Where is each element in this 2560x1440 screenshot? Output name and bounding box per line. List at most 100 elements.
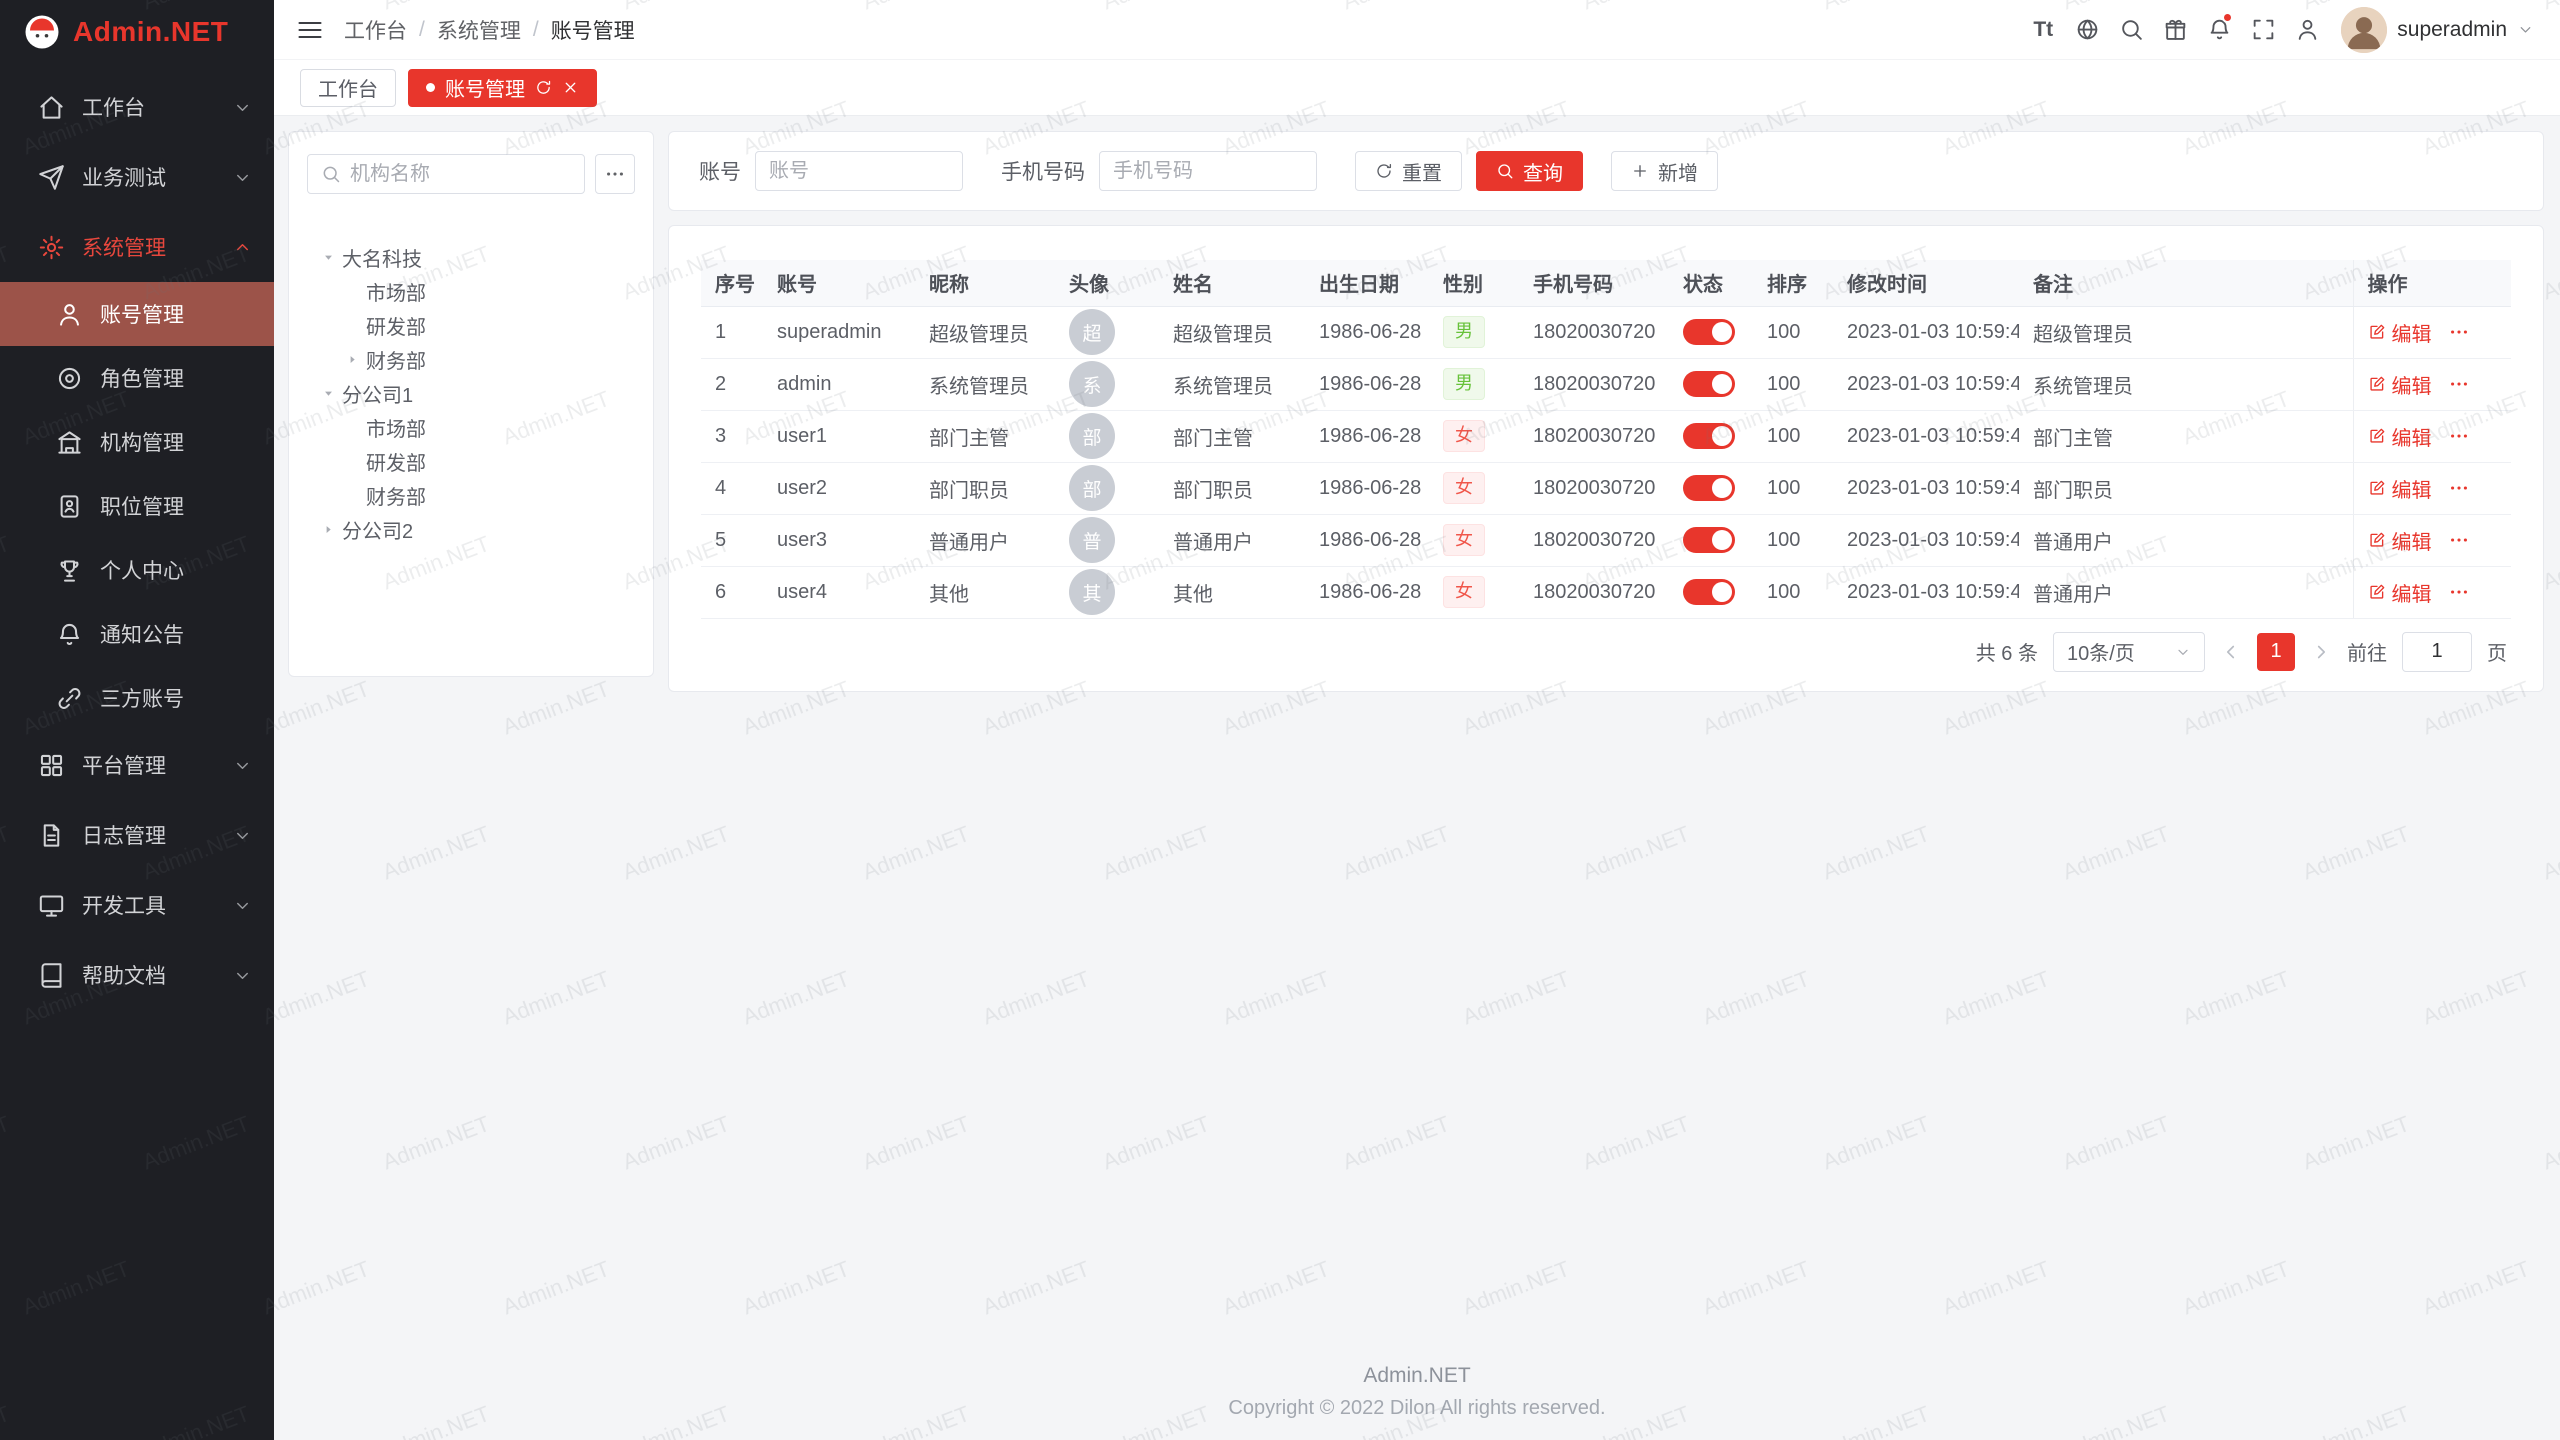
sidebar-item-third-party-account[interactable]: 三方账号 (0, 666, 274, 730)
app-logo[interactable]: Admin.NET (0, 0, 274, 64)
breadcrumb-item[interactable]: 工作台 (344, 15, 407, 45)
edit-button[interactable]: 编辑 (2368, 474, 2432, 503)
row-avatar: 其 (1069, 569, 1115, 615)
notification-icon[interactable] (2197, 11, 2241, 49)
row-avatar: 系 (1069, 361, 1115, 407)
tree-node[interactable]: 市场部 (307, 410, 635, 444)
table-card: 序号账号昵称头像姓名出生日期性别手机号码状态排序修改时间备注操作 1supera… (668, 225, 2544, 692)
row-more-button[interactable] (2448, 477, 2470, 499)
reset-button[interactable]: 重置 (1355, 151, 1462, 191)
tab-close-icon[interactable] (562, 79, 579, 96)
tab-account-management[interactable]: 账号管理 (408, 69, 597, 107)
sidebar-item-log-management[interactable]: 日志管理 (0, 800, 274, 870)
status-toggle[interactable] (1683, 475, 1735, 501)
prev-page-button[interactable] (2220, 641, 2242, 663)
font-size-icon[interactable]: Tt (2021, 11, 2065, 49)
tree-node[interactable]: 研发部 (307, 444, 635, 478)
sidebar-item-business-test[interactable]: 业务测试 (0, 142, 274, 212)
page-size-select[interactable]: 10条/页 (2053, 632, 2205, 672)
breadcrumb-separator: / (419, 18, 425, 42)
cell-name: 其他 (1173, 584, 1213, 606)
edit-button-label: 编辑 (2392, 422, 2432, 451)
row-more-button[interactable] (2448, 425, 2470, 447)
search-icon (1496, 162, 1514, 180)
status-toggle[interactable] (1683, 319, 1735, 345)
username: superadmin (2397, 18, 2507, 42)
breadcrumb-item[interactable]: 账号管理 (551, 15, 635, 45)
tree-node[interactable]: 大名科技 (307, 240, 635, 274)
edit-button[interactable]: 编辑 (2368, 578, 2432, 607)
total-count: 共 6 条 (1976, 637, 2038, 666)
gender-badge: 男 (1443, 316, 1485, 348)
sidebar-item-system-management[interactable]: 系统管理 (0, 212, 274, 282)
edit-button[interactable]: 编辑 (2368, 422, 2432, 451)
tree-expander-icon[interactable] (321, 386, 336, 401)
tree-expander-icon[interactable] (321, 522, 336, 537)
theme-icon[interactable] (2153, 11, 2197, 49)
status-toggle[interactable] (1683, 579, 1735, 605)
cell-name: 系统管理员 (1173, 376, 1273, 398)
chevron-down-icon (233, 756, 252, 775)
org-search-input[interactable] (350, 163, 571, 186)
sidebar-item-org-management[interactable]: 机构管理 (0, 410, 274, 474)
row-more-button[interactable] (2448, 321, 2470, 343)
tree-node[interactable]: 财务部 (307, 478, 635, 512)
sidebar-item-role-management[interactable]: 角色管理 (0, 346, 274, 410)
sidebar-item-platform-management[interactable]: 平台管理 (0, 730, 274, 800)
sidebar-item-label: 三方账号 (100, 683, 252, 713)
tree-node[interactable]: 研发部 (307, 308, 635, 342)
cell-no: 5 (715, 529, 726, 551)
profile-icon[interactable] (2285, 11, 2329, 49)
edit-button[interactable]: 编辑 (2368, 318, 2432, 347)
next-page-button[interactable] (2310, 641, 2332, 663)
status-toggle[interactable] (1683, 527, 1735, 553)
menu-collapse-icon[interactable] (296, 16, 324, 44)
gender-badge: 女 (1443, 420, 1485, 452)
tree-node[interactable]: 市场部 (307, 274, 635, 308)
breadcrumb-item[interactable]: 系统管理 (437, 15, 521, 45)
page-footer: Admin.NET Copyright © 2022 Dilon All rig… (274, 1344, 2560, 1440)
tree-expander-icon[interactable] (345, 352, 360, 367)
cell-name: 普通用户 (1173, 532, 1253, 554)
sidebar-item-label: 帮助文档 (82, 960, 233, 990)
sidebar-item-dev-tools[interactable]: 开发工具 (0, 870, 274, 940)
phone-input[interactable] (1113, 160, 1303, 183)
tree-node[interactable]: 分公司2 (307, 512, 635, 546)
tab-refresh-icon[interactable] (535, 79, 552, 96)
query-button-label: 查询 (1523, 157, 1563, 186)
tree-node[interactable]: 财务部 (307, 342, 635, 376)
edit-button[interactable]: 编辑 (2368, 526, 2432, 555)
cell-order: 100 (1767, 477, 1800, 499)
row-more-button[interactable] (2448, 529, 2470, 551)
account-input[interactable] (769, 160, 949, 183)
current-page-button[interactable]: 1 (2257, 633, 2295, 671)
row-more-button[interactable] (2448, 373, 2470, 395)
top-header: 工作台/系统管理/账号管理 Tt superadmin (274, 0, 2560, 60)
cell-modified: 2023-01-03 10:59:44 (1847, 321, 2019, 343)
language-icon[interactable] (2065, 11, 2109, 49)
sidebar-item-help-docs[interactable]: 帮助文档 (0, 940, 274, 1010)
status-toggle[interactable] (1683, 371, 1735, 397)
row-more-button[interactable] (2448, 581, 2470, 603)
column-header-no: 序号 (701, 260, 763, 306)
fullscreen-icon[interactable] (2241, 11, 2285, 49)
table-row: 4user2部门职员部部门职员1986-06-28女18020030720100… (701, 462, 2511, 514)
sidebar-item-account-management[interactable]: 账号管理 (0, 282, 274, 346)
user-menu[interactable]: superadmin (2341, 7, 2534, 53)
add-button[interactable]: 新增 (1611, 151, 1718, 191)
user-avatar-image (2341, 7, 2387, 53)
tab-workbench[interactable]: 工作台 (300, 69, 396, 107)
status-toggle[interactable] (1683, 423, 1735, 449)
search-icon[interactable] (2109, 11, 2153, 49)
sidebar-item-workbench[interactable]: 工作台 (0, 72, 274, 142)
tree-expander-icon[interactable] (321, 250, 336, 265)
edit-button[interactable]: 编辑 (2368, 370, 2432, 399)
org-more-button[interactable] (595, 154, 635, 194)
sidebar-item-position-management[interactable]: 职位管理 (0, 474, 274, 538)
goto-page-input[interactable] (2402, 632, 2472, 672)
sidebar-item-personal-center[interactable]: 个人中心 (0, 538, 274, 602)
tree-node[interactable]: 分公司1 (307, 376, 635, 410)
cell-modified: 2023-01-03 10:59:44 (1847, 425, 2019, 447)
sidebar-item-notice-announcement[interactable]: 通知公告 (0, 602, 274, 666)
query-button[interactable]: 查询 (1476, 151, 1583, 191)
